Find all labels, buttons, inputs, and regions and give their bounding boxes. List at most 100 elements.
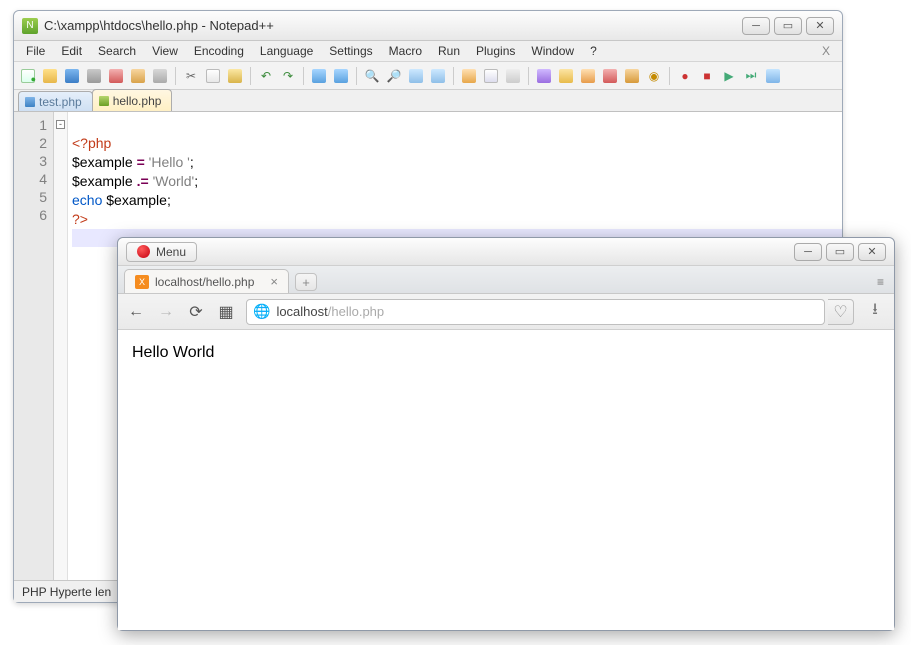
save-all-icon[interactable] [84,66,104,86]
paste-icon[interactable] [225,66,245,86]
browser-tab-label: localhost/hello.php [155,275,254,289]
address-host: localhost [276,304,327,319]
fold-toggle-icon[interactable]: - [56,120,65,129]
func-list-icon[interactable] [578,66,598,86]
code-token: 'Hello ' [149,154,190,170]
monitor-icon[interactable] [622,66,642,86]
close-all-icon[interactable] [128,66,148,86]
menu-view[interactable]: View [144,42,186,60]
file-tab-test[interactable]: test.php [18,91,93,111]
opera-tabstrip: X localhost/hello.php × + ≡ [118,266,894,294]
address-path: /hello.php [328,304,384,319]
play-macro-icon[interactable]: ▶ [719,66,739,86]
reload-button[interactable]: ⟳ [186,302,206,322]
tab-save-indicator-icon [25,97,35,107]
line-number: 2 [14,134,47,152]
word-wrap-icon[interactable] [459,66,479,86]
file-tab-hello[interactable]: hello.php [92,89,173,111]
code-token: ; [167,192,171,208]
menu-language[interactable]: Language [252,42,321,60]
page-output-text: Hello World [132,344,214,361]
save-macro-icon[interactable] [763,66,783,86]
show-all-chars-icon[interactable] [481,66,501,86]
code-token: 'World' [153,173,195,189]
find-icon[interactable] [309,66,329,86]
file-tab-label: hello.php [113,94,162,108]
sync-h-icon[interactable] [428,66,448,86]
address-bar[interactable]: 🌐 localhost/hello.php [246,299,825,325]
opera-page-content: Hello World [118,330,894,630]
menu-help[interactable]: ? [582,42,605,60]
status-language: PHP Hyperte len [22,585,111,599]
fold-gutter: - [54,112,68,580]
opera-close-button[interactable]: ✕ [858,243,886,261]
site-info-icon[interactable]: 🌐 [253,303,270,320]
menu-edit[interactable]: Edit [53,42,90,60]
tab-save-indicator-icon [99,96,109,106]
sync-v-icon[interactable] [406,66,426,86]
opera-logo-icon [137,245,150,258]
menu-macro[interactable]: Macro [381,42,430,60]
code-token: ; [194,173,198,189]
file-tab-label: test.php [39,95,82,109]
new-tab-button[interactable]: + [295,273,317,291]
replace-icon[interactable] [331,66,351,86]
opera-minimize-button[interactable]: ─ [794,243,822,261]
line-number: 5 [14,188,47,206]
code-token: $example [72,154,133,170]
undo-icon[interactable]: ↶ [256,66,276,86]
close-file-icon[interactable] [106,66,126,86]
doc-map-icon[interactable] [556,66,576,86]
back-button[interactable]: ← [126,302,146,322]
notepadpp-title: C:\xampp\htdocs\hello.php - Notepad++ [44,18,274,33]
opera-maximize-button[interactable]: ▭ [826,243,854,261]
menu-window[interactable]: Window [523,42,582,60]
menu-run[interactable]: Run [430,42,468,60]
notepadpp-tabstrip: test.php hello.php [14,90,842,112]
line-number: 4 [14,170,47,188]
save-icon[interactable] [62,66,82,86]
eye-icon[interactable]: ◉ [644,66,664,86]
cut-icon[interactable]: ✂ [181,66,201,86]
bookmark-button[interactable]: ♡ [828,299,854,325]
record-macro-icon[interactable]: ● [675,66,695,86]
forward-button[interactable]: → [156,302,176,322]
menu-encoding[interactable]: Encoding [186,42,252,60]
opera-menu-button[interactable]: Menu [126,242,197,262]
indent-guide-icon[interactable] [503,66,523,86]
code-token: $example [72,173,133,189]
code-token: .= [133,173,153,189]
new-file-icon[interactable]: ● [18,66,38,86]
print-icon[interactable] [150,66,170,86]
browser-tab[interactable]: X localhost/hello.php × [124,269,289,293]
notepadpp-titlebar[interactable]: N C:\xampp\htdocs\hello.php - Notepad++ … [14,11,842,41]
easy-setup-icon[interactable]: ≡ [877,275,884,289]
notepadpp-menubar: File Edit Search View Encoding Language … [14,41,842,62]
menu-search[interactable]: Search [90,42,144,60]
copy-icon[interactable] [203,66,223,86]
code-token: echo [72,192,106,208]
zoom-out-icon[interactable]: 🔎 [384,66,404,86]
stop-macro-icon[interactable]: ■ [697,66,717,86]
open-file-icon[interactable] [40,66,60,86]
folder-tree-icon[interactable] [600,66,620,86]
user-lang-icon[interactable] [534,66,554,86]
maximize-button[interactable]: ▭ [774,17,802,35]
menu-file[interactable]: File [18,42,53,60]
menu-plugins[interactable]: Plugins [468,42,523,60]
speed-dial-button[interactable]: ▦ [216,302,236,322]
play-multi-icon[interactable]: ⏭ [741,66,761,86]
code-token: ; [190,154,194,170]
downloads-button[interactable]: ⭳ [864,301,886,323]
close-button[interactable]: ✕ [806,17,834,35]
opera-window: Menu ─ ▭ ✕ X localhost/hello.php × + ≡ ←… [117,237,895,631]
minimize-button[interactable]: ─ [742,17,770,35]
redo-icon[interactable]: ↷ [278,66,298,86]
opera-navbar: ← → ⟳ ▦ 🌐 localhost/hello.php ♡ ⭳ [118,294,894,330]
menu-settings[interactable]: Settings [321,42,380,60]
zoom-in-icon[interactable]: 🔍 [362,66,382,86]
menubar-close-icon[interactable]: X [814,42,838,60]
xampp-favicon-icon: X [135,275,149,289]
tab-close-icon[interactable]: × [270,274,278,289]
opera-titlebar[interactable]: Menu ─ ▭ ✕ [118,238,894,266]
